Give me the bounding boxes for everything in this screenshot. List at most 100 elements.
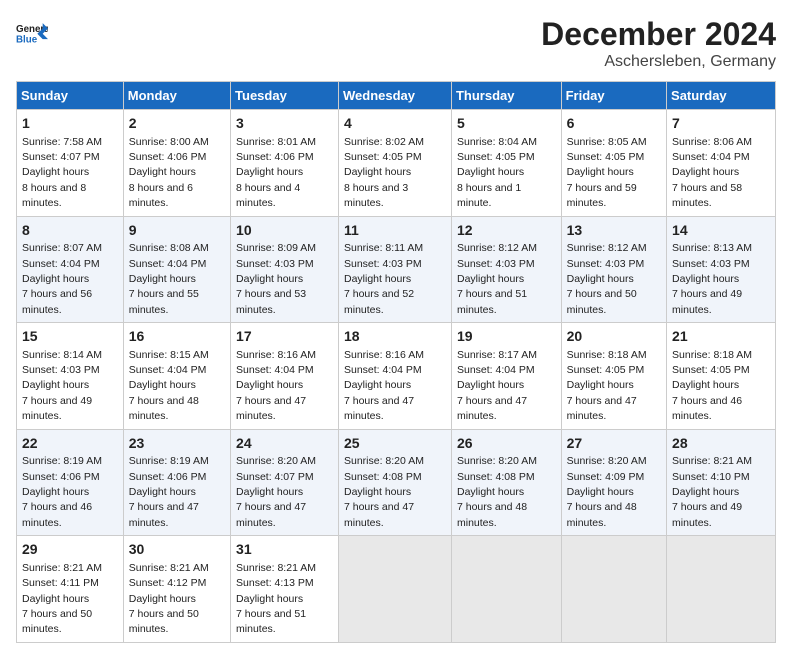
day-number: 23 [129, 434, 225, 454]
svg-text:Blue: Blue [16, 35, 38, 46]
calendar-cell [667, 536, 776, 643]
cell-info: Sunrise: 8:20 AMSunset: 4:09 PMDaylight … [567, 455, 647, 529]
day-number: 10 [236, 221, 333, 241]
calendar-cell: 31Sunrise: 8:21 AMSunset: 4:13 PMDayligh… [231, 536, 339, 643]
calendar-cell: 13Sunrise: 8:12 AMSunset: 4:03 PMDayligh… [561, 216, 666, 323]
day-number: 17 [236, 327, 333, 347]
logo-icon: General Blue [16, 16, 48, 48]
day-number: 30 [129, 540, 225, 560]
cell-info: Sunrise: 8:15 AMSunset: 4:04 PMDaylight … [129, 349, 209, 423]
header-row: SundayMondayTuesdayWednesdayThursdayFrid… [17, 82, 776, 110]
calendar-cell: 24Sunrise: 8:20 AMSunset: 4:07 PMDayligh… [231, 429, 339, 536]
cell-info: Sunrise: 8:12 AMSunset: 4:03 PMDaylight … [567, 242, 647, 316]
cell-info: Sunrise: 8:19 AMSunset: 4:06 PMDaylight … [22, 455, 102, 529]
cell-info: Sunrise: 8:05 AMSunset: 4:05 PMDaylight … [567, 136, 647, 210]
calendar-cell: 23Sunrise: 8:19 AMSunset: 4:06 PMDayligh… [123, 429, 230, 536]
calendar-cell [451, 536, 561, 643]
col-header-monday: Monday [123, 82, 230, 110]
day-number: 3 [236, 114, 333, 134]
calendar-cell: 20Sunrise: 8:18 AMSunset: 4:05 PMDayligh… [561, 323, 666, 430]
day-number: 12 [457, 221, 556, 241]
cell-info: Sunrise: 8:11 AMSunset: 4:03 PMDaylight … [344, 242, 423, 316]
calendar-cell: 7Sunrise: 8:06 AMSunset: 4:04 PMDaylight… [667, 110, 776, 217]
calendar-cell: 27Sunrise: 8:20 AMSunset: 4:09 PMDayligh… [561, 429, 666, 536]
calendar-cell: 5Sunrise: 8:04 AMSunset: 4:05 PMDaylight… [451, 110, 561, 217]
cell-info: Sunrise: 8:12 AMSunset: 4:03 PMDaylight … [457, 242, 537, 316]
cell-info: Sunrise: 8:19 AMSunset: 4:06 PMDaylight … [129, 455, 209, 529]
calendar-cell: 22Sunrise: 8:19 AMSunset: 4:06 PMDayligh… [17, 429, 124, 536]
calendar-cell: 19Sunrise: 8:17 AMSunset: 4:04 PMDayligh… [451, 323, 561, 430]
calendar-cell: 18Sunrise: 8:16 AMSunset: 4:04 PMDayligh… [338, 323, 451, 430]
calendar-cell: 10Sunrise: 8:09 AMSunset: 4:03 PMDayligh… [231, 216, 339, 323]
cell-info: Sunrise: 8:18 AMSunset: 4:05 PMDaylight … [672, 349, 752, 423]
cell-info: Sunrise: 8:02 AMSunset: 4:05 PMDaylight … [344, 136, 424, 210]
subtitle: Aschersleben, Germany [541, 53, 776, 71]
calendar-cell: 9Sunrise: 8:08 AMSunset: 4:04 PMDaylight… [123, 216, 230, 323]
day-number: 25 [344, 434, 446, 454]
day-number: 31 [236, 540, 333, 560]
calendar-cell: 15Sunrise: 8:14 AMSunset: 4:03 PMDayligh… [17, 323, 124, 430]
day-number: 5 [457, 114, 556, 134]
title-block: December 2024 Aschersleben, Germany [541, 16, 776, 71]
calendar-week-4: 22Sunrise: 8:19 AMSunset: 4:06 PMDayligh… [17, 429, 776, 536]
calendar-cell: 21Sunrise: 8:18 AMSunset: 4:05 PMDayligh… [667, 323, 776, 430]
calendar-cell: 2Sunrise: 8:00 AMSunset: 4:06 PMDaylight… [123, 110, 230, 217]
cell-info: Sunrise: 8:08 AMSunset: 4:04 PMDaylight … [129, 242, 209, 316]
cell-info: Sunrise: 8:16 AMSunset: 4:04 PMDaylight … [344, 349, 424, 423]
cell-info: Sunrise: 8:21 AMSunset: 4:10 PMDaylight … [672, 455, 752, 529]
day-number: 18 [344, 327, 446, 347]
cell-info: Sunrise: 8:09 AMSunset: 4:03 PMDaylight … [236, 242, 316, 316]
calendar-week-1: 1Sunrise: 7:58 AMSunset: 4:07 PMDaylight… [17, 110, 776, 217]
cell-info: Sunrise: 8:21 AMSunset: 4:11 PMDaylight … [22, 562, 102, 636]
day-number: 26 [457, 434, 556, 454]
calendar-cell: 4Sunrise: 8:02 AMSunset: 4:05 PMDaylight… [338, 110, 451, 217]
cell-info: Sunrise: 8:00 AMSunset: 4:06 PMDaylight … [129, 136, 209, 210]
col-header-saturday: Saturday [667, 82, 776, 110]
col-header-thursday: Thursday [451, 82, 561, 110]
day-number: 15 [22, 327, 118, 347]
day-number: 16 [129, 327, 225, 347]
day-number: 2 [129, 114, 225, 134]
day-number: 22 [22, 434, 118, 454]
cell-info: Sunrise: 8:06 AMSunset: 4:04 PMDaylight … [672, 136, 752, 210]
page-header: General Blue December 2024 Aschersleben,… [16, 16, 776, 71]
col-header-tuesday: Tuesday [231, 82, 339, 110]
day-number: 8 [22, 221, 118, 241]
day-number: 13 [567, 221, 661, 241]
cell-info: Sunrise: 8:16 AMSunset: 4:04 PMDaylight … [236, 349, 316, 423]
calendar-cell: 29Sunrise: 8:21 AMSunset: 4:11 PMDayligh… [17, 536, 124, 643]
calendar-cell: 8Sunrise: 8:07 AMSunset: 4:04 PMDaylight… [17, 216, 124, 323]
day-number: 6 [567, 114, 661, 134]
cell-info: Sunrise: 8:01 AMSunset: 4:06 PMDaylight … [236, 136, 316, 210]
calendar-cell: 30Sunrise: 8:21 AMSunset: 4:12 PMDayligh… [123, 536, 230, 643]
day-number: 9 [129, 221, 225, 241]
cell-info: Sunrise: 8:13 AMSunset: 4:03 PMDaylight … [672, 242, 752, 316]
logo: General Blue [16, 16, 48, 48]
calendar-cell: 12Sunrise: 8:12 AMSunset: 4:03 PMDayligh… [451, 216, 561, 323]
calendar-cell: 11Sunrise: 8:11 AMSunset: 4:03 PMDayligh… [338, 216, 451, 323]
day-number: 20 [567, 327, 661, 347]
cell-info: Sunrise: 8:18 AMSunset: 4:05 PMDaylight … [567, 349, 647, 423]
day-number: 29 [22, 540, 118, 560]
col-header-friday: Friday [561, 82, 666, 110]
day-number: 19 [457, 327, 556, 347]
calendar-cell [561, 536, 666, 643]
cell-info: Sunrise: 7:58 AMSunset: 4:07 PMDaylight … [22, 136, 102, 210]
calendar-cell: 17Sunrise: 8:16 AMSunset: 4:04 PMDayligh… [231, 323, 339, 430]
cell-info: Sunrise: 8:21 AMSunset: 4:12 PMDaylight … [129, 562, 209, 636]
day-number: 27 [567, 434, 661, 454]
calendar-cell: 1Sunrise: 7:58 AMSunset: 4:07 PMDaylight… [17, 110, 124, 217]
cell-info: Sunrise: 8:04 AMSunset: 4:05 PMDaylight … [457, 136, 537, 210]
cell-info: Sunrise: 8:07 AMSunset: 4:04 PMDaylight … [22, 242, 102, 316]
day-number: 14 [672, 221, 770, 241]
day-number: 21 [672, 327, 770, 347]
day-number: 28 [672, 434, 770, 454]
calendar-cell: 16Sunrise: 8:15 AMSunset: 4:04 PMDayligh… [123, 323, 230, 430]
cell-info: Sunrise: 8:14 AMSunset: 4:03 PMDaylight … [22, 349, 102, 423]
calendar-week-3: 15Sunrise: 8:14 AMSunset: 4:03 PMDayligh… [17, 323, 776, 430]
day-number: 4 [344, 114, 446, 134]
cell-info: Sunrise: 8:21 AMSunset: 4:13 PMDaylight … [236, 562, 316, 636]
main-title: December 2024 [541, 16, 776, 53]
calendar-cell: 26Sunrise: 8:20 AMSunset: 4:08 PMDayligh… [451, 429, 561, 536]
calendar-week-5: 29Sunrise: 8:21 AMSunset: 4:11 PMDayligh… [17, 536, 776, 643]
